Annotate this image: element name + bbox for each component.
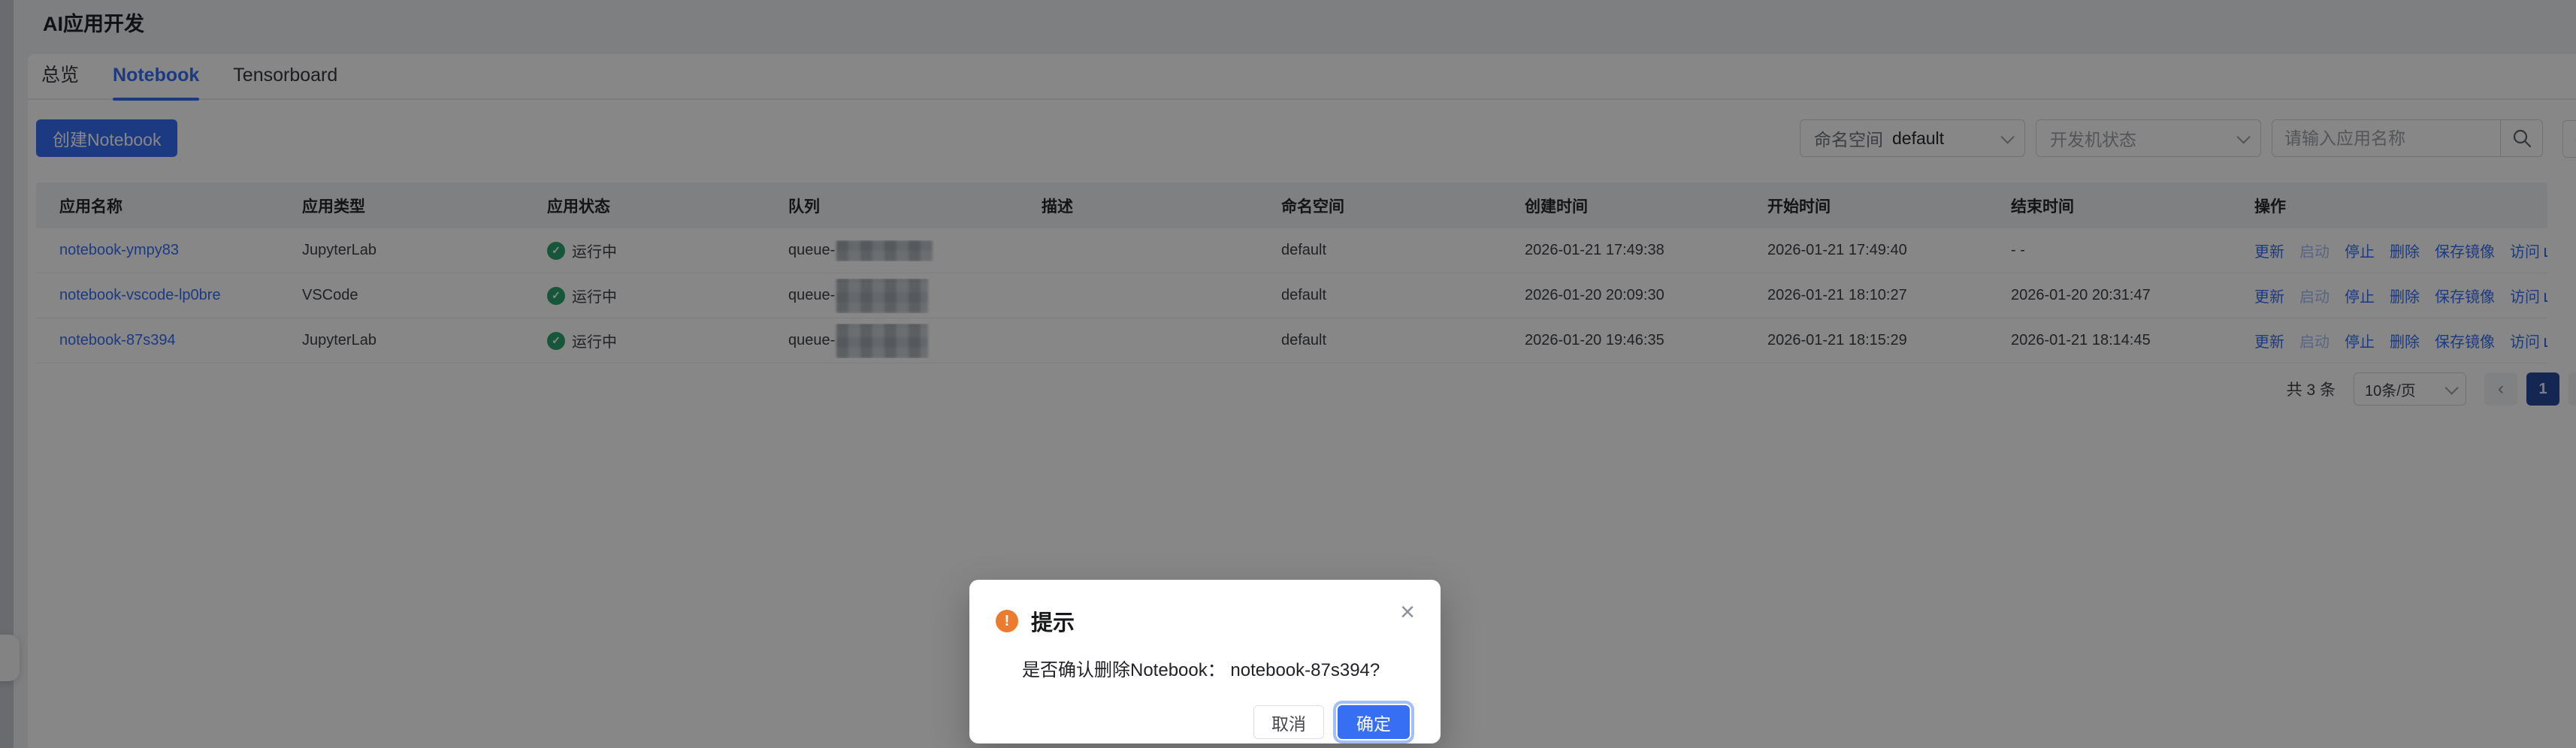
dialog-footer: 取消 确定 — [969, 705, 1441, 739]
confirm-button[interactable]: 确定 — [1338, 705, 1410, 739]
dialog-header: ! 提示 — [996, 605, 1441, 637]
dialog-message: 是否确认删除Notebook： notebook-87s394? — [1022, 660, 1380, 680]
warning-icon: ! — [996, 610, 1018, 632]
cancel-button[interactable]: 取消 — [1253, 705, 1324, 739]
close-icon[interactable]: × — [1400, 599, 1415, 625]
dialog-title: 提示 — [1031, 611, 1075, 635]
delete-confirm-dialog: ! 提示 × 是否确认删除Notebook： notebook-87s394? … — [969, 580, 1441, 743]
